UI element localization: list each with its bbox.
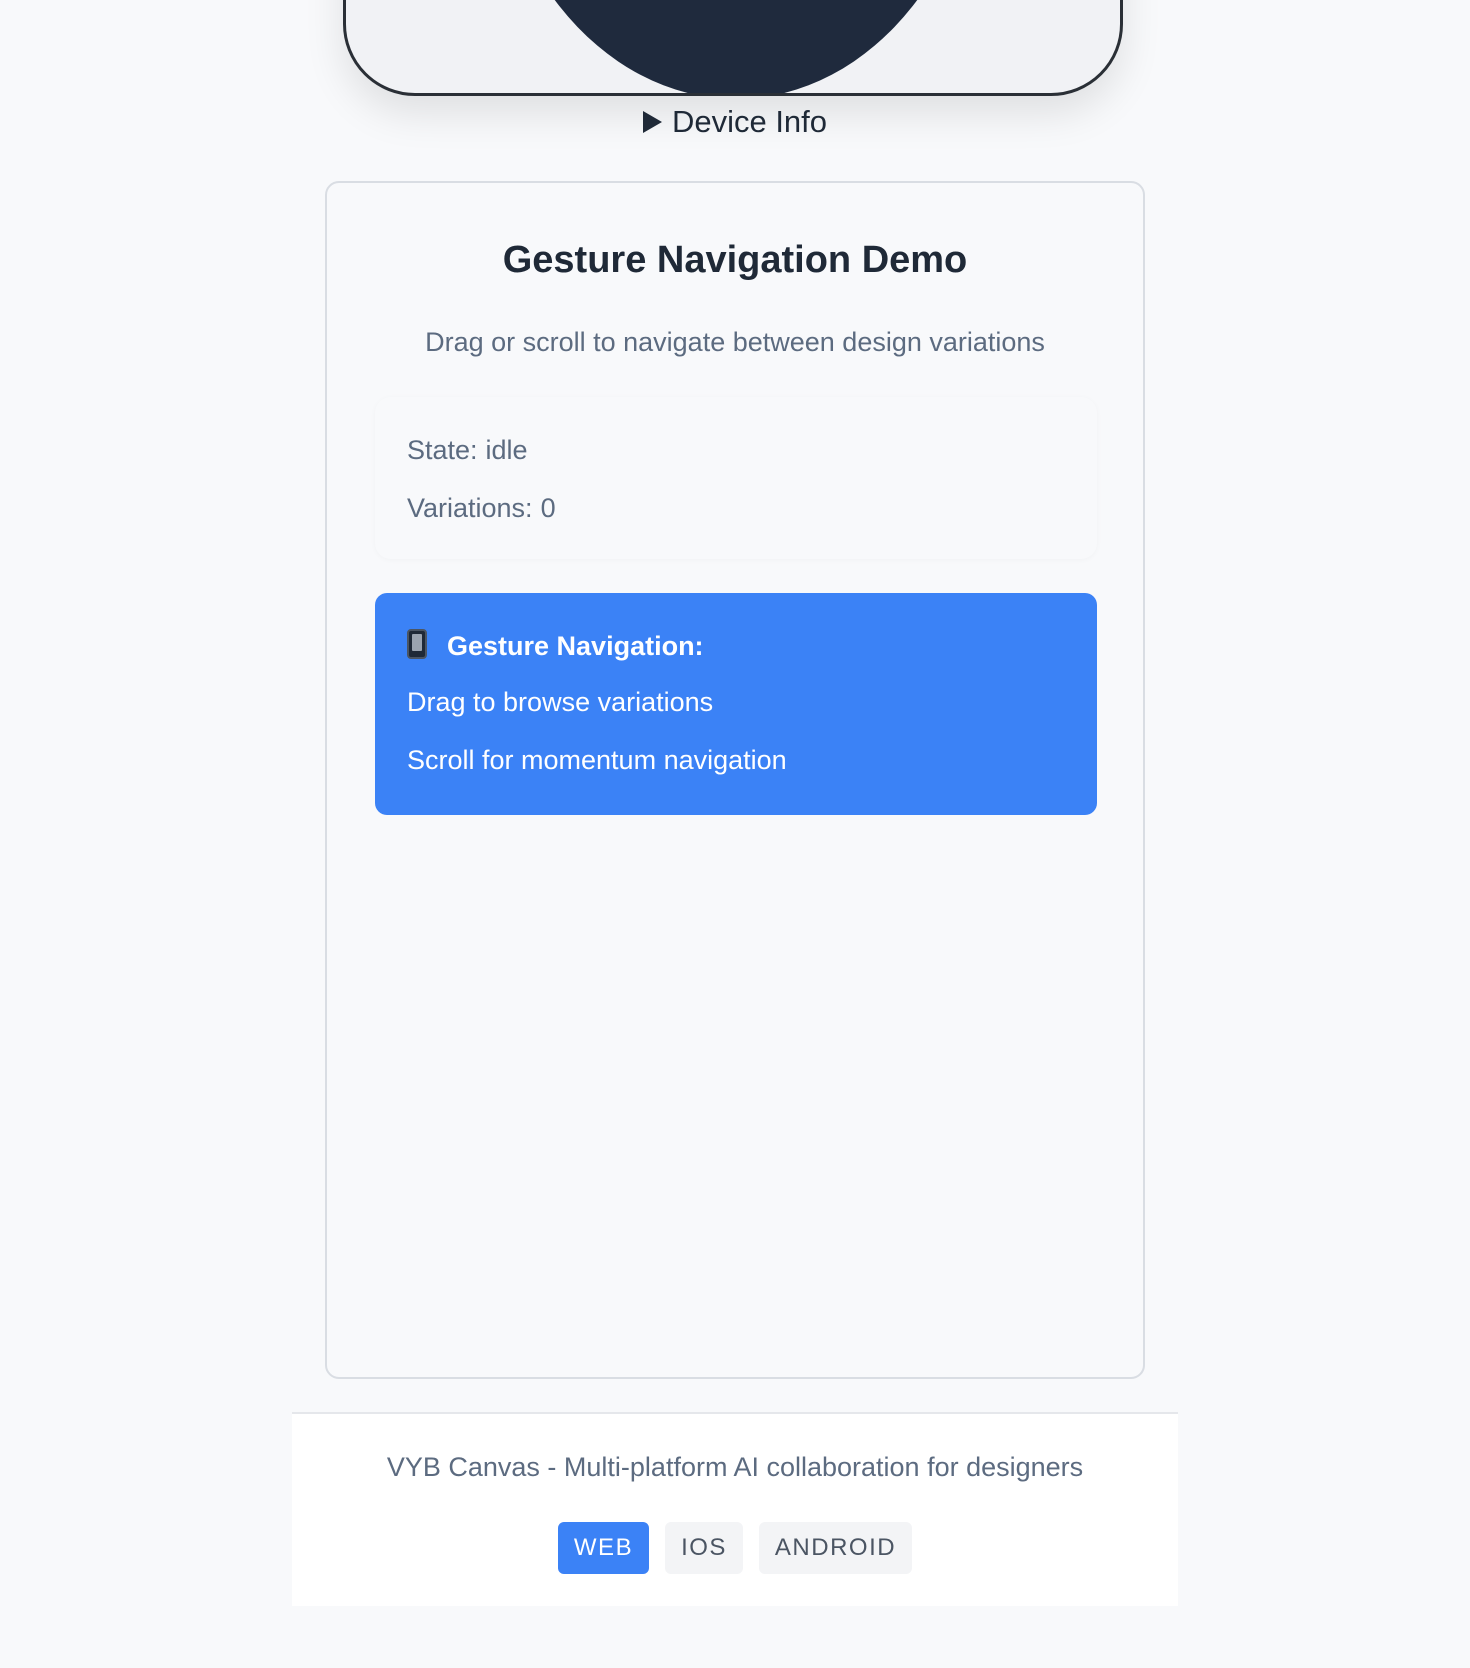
device-info-label: Device Info xyxy=(671,104,828,139)
mobile-phone-icon xyxy=(407,629,427,659)
platform-switcher: WEB IOS ANDROID xyxy=(292,1522,1178,1574)
device-info-toggle[interactable]: Device Info xyxy=(0,104,1470,140)
state-panel: State: idle Variations: 0 xyxy=(375,397,1097,559)
gesture-demo-card[interactable]: Gesture Navigation Demo Drag or scroll t… xyxy=(325,181,1145,1379)
platform-button-ios[interactable]: IOS xyxy=(665,1522,743,1574)
state-label: State: xyxy=(407,435,478,465)
variations-value: 0 xyxy=(540,493,556,523)
footer-tagline: VYB Canvas - Multi-platform AI collabora… xyxy=(386,1452,1084,1482)
state-line: State: idle xyxy=(407,435,1097,493)
platform-button-web[interactable]: WEB xyxy=(557,1522,650,1574)
footer: VYB Canvas - Multi-platform AI collabora… xyxy=(292,1412,1178,1606)
demo-title: Gesture Navigation Demo xyxy=(502,239,968,281)
variations-line: Variations: 0 xyxy=(407,493,1097,551)
disclosure-triangle-icon xyxy=(642,111,662,133)
info-heading-line: Gesture Navigation: xyxy=(407,629,1097,687)
info-line-drag: Drag to browse variations xyxy=(407,687,714,717)
gesture-info-panel: Gesture Navigation: Drag to browse varia… xyxy=(375,593,1097,815)
info-line-scroll: Scroll for momentum navigation xyxy=(407,745,787,775)
device-screen-shape xyxy=(486,0,986,93)
device-frame xyxy=(343,0,1123,96)
page: Device Info Gesture Navigation Demo Drag… xyxy=(0,0,1470,1668)
state-value: idle xyxy=(485,435,528,465)
info-heading: Gesture Navigation: xyxy=(447,631,704,661)
demo-subtitle: Drag or scroll to navigate between desig… xyxy=(425,327,1045,357)
platform-button-android[interactable]: ANDROID xyxy=(758,1522,913,1574)
variations-label: Variations: xyxy=(407,493,533,523)
